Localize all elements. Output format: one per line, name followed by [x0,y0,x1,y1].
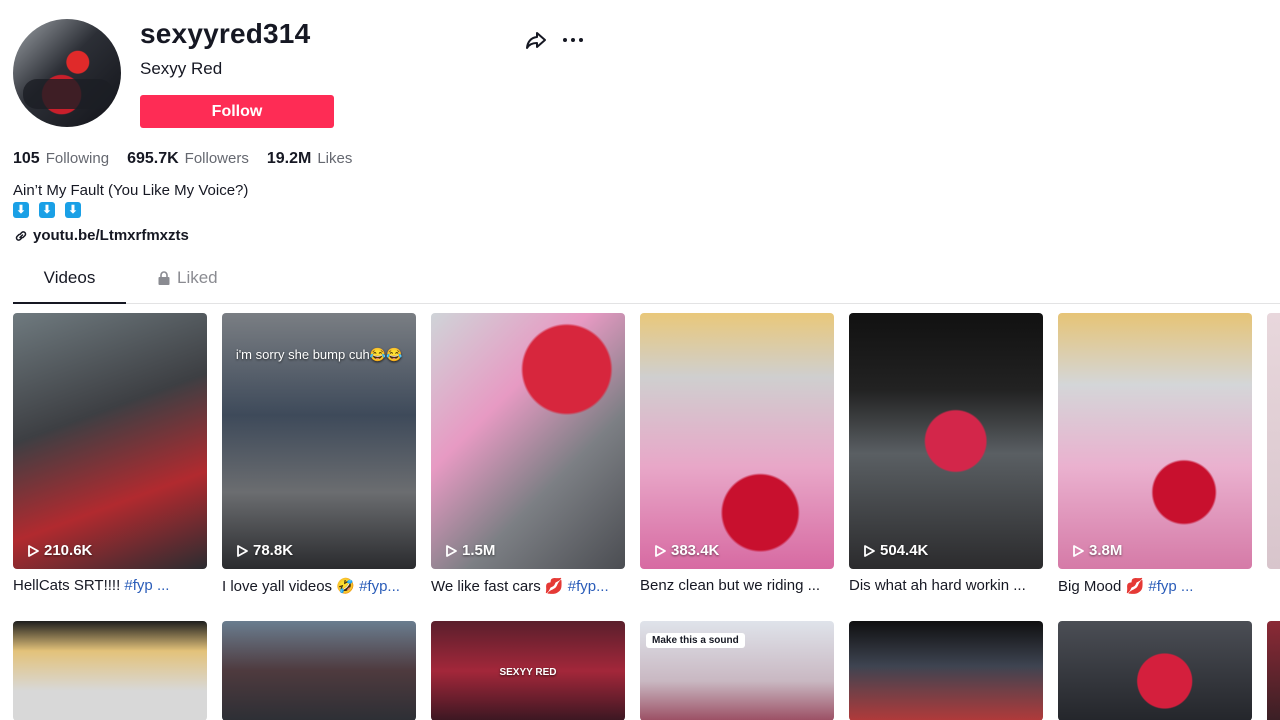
profile-stats: 105 Following 695.7K Followers 19.2M Lik… [13,150,352,168]
video-card[interactable] [849,621,1043,720]
caption-text: We like fast cars 💋 [431,578,568,595]
play-icon [864,544,875,557]
view-count: 1.5M [445,542,495,559]
avatar-photo-detail [23,79,113,109]
play-icon [237,544,248,557]
caption-text: Benz clean but we riding ... [640,577,821,594]
view-count-text: 504.4K [880,542,929,559]
video-card[interactable] [222,621,416,720]
profile-bio: Ain’t My Fault (You Like My Voice?) [13,182,249,199]
stat-likes: 19.2M Likes [267,150,353,168]
view-count-text: 78.8K [253,542,294,559]
video-caption[interactable]: HellCats SRT!!!! #fyp ... [13,577,207,594]
profile-link[interactable]: youtu.be/Ltmxrfmxzts [13,227,189,244]
video-caption[interactable]: Big Mood 💋 #fyp ... [1058,577,1252,595]
video-caption[interactable]: Benz clean but we riding ... [640,577,834,594]
bio-emoji-row: ⬇ ⬇ ⬇ [13,202,81,218]
video-card[interactable]: 504.4K Dis what ah hard workin ... [849,313,1043,594]
likes-label: Likes [317,150,353,167]
hashtag[interactable]: #fyp... [359,578,400,595]
video-card[interactable]: 210.6K HellCats SRT!!!! #fyp ... [13,313,207,594]
caption-text: Dis what ah hard workin ... [849,577,1026,594]
video-card[interactable]: i'm sorry she bump cuh😂😂 78.8K I love ya… [222,313,416,595]
following-label: Following [45,150,110,167]
video-card[interactable]: Make this a sound [640,621,834,720]
play-icon [446,544,457,557]
video-thumbnail[interactable]: i'm sorry she bump cuh😂😂 78.8K [222,313,416,569]
view-count-text: 1.5M [462,542,496,559]
down-arrow-icon: ⬇ [13,202,29,218]
followers-count: 695.7K [127,150,179,167]
video-overlay-text: SEXYY RED [499,667,557,678]
video-card[interactable]: 1.5M We like fast cars 💋 #fyp... [431,313,625,595]
profile-tabs: Videos Liked [13,268,1280,304]
video-card[interactable]: 383.4K Benz clean but we riding ... [640,313,834,594]
down-arrow-icon: ⬇ [65,202,81,218]
video-card[interactable]: SEXYY RED [431,621,625,720]
more-options-icon[interactable] [561,30,585,50]
share-icon[interactable] [524,28,548,52]
play-icon [28,544,39,557]
tab-liked[interactable]: Liked [157,268,218,304]
video-thumbnail[interactable]: 210.6K [13,313,207,569]
following-count: 105 [13,150,40,167]
profile-link-text: youtu.be/Ltmxrfmxzts [33,227,189,244]
hashtag[interactable]: #fyp... [568,578,609,595]
video-card-peek[interactable] [1267,621,1280,720]
follow-button[interactable]: Follow [140,95,334,128]
video-thumbnail[interactable] [222,621,416,720]
video-card-peek[interactable] [1267,313,1280,569]
tab-videos[interactable]: Videos [13,268,126,304]
view-count-text: 383.4K [671,542,720,559]
play-icon [1073,544,1084,557]
play-icon [655,544,666,557]
video-overlay-text: Make this a sound [646,633,745,648]
profile-avatar[interactable] [13,19,121,127]
view-count: 504.4K [863,542,928,559]
video-thumbnail[interactable] [1058,621,1252,720]
caption-text: I love yall videos 🤣 [222,578,360,595]
view-count-text: 3.8M [1089,542,1123,559]
tab-liked-label: Liked [177,268,218,287]
video-thumbnail[interactable]: SEXYY RED [431,621,625,720]
video-thumbnail[interactable]: 383.4K [640,313,834,569]
video-card[interactable] [1058,621,1252,720]
view-count: 3.8M [1072,542,1122,559]
video-thumbnail[interactable]: 504.4K [849,313,1043,569]
video-caption[interactable]: We like fast cars 💋 #fyp... [431,577,625,595]
view-count: 210.6K [27,542,92,559]
video-thumbnail[interactable]: 1.5M [431,313,625,569]
profile-nickname: Sexyy Red [140,59,223,78]
video-card[interactable]: 3.8M Big Mood 💋 #fyp ... [1058,313,1252,595]
caption-text: HellCats SRT!!!! [13,577,125,594]
hashtag[interactable]: #fyp ... [124,577,169,594]
video-thumbnail[interactable]: 3.8M [1058,313,1252,569]
link-icon [15,230,27,241]
lock-icon [158,271,170,285]
video-caption[interactable]: Dis what ah hard workin ... [849,577,1043,594]
view-count: 78.8K [236,542,293,559]
view-count-text: 210.6K [44,542,93,559]
followers-label: Followers [184,150,249,167]
profile-username: sexyyred314 [140,18,311,49]
stat-following[interactable]: 105 Following [13,150,109,168]
caption-text: Big Mood 💋 [1058,578,1149,595]
video-thumbnail[interactable] [849,621,1043,720]
hashtag[interactable]: #fyp ... [1148,578,1193,595]
video-thumbnail[interactable]: Make this a sound [640,621,834,720]
likes-count: 19.2M [266,150,312,167]
video-caption[interactable]: I love yall videos 🤣 #fyp... [222,577,416,595]
video-card[interactable] [13,621,207,720]
stat-followers[interactable]: 695.7K Followers [127,150,249,168]
view-count: 383.4K [654,542,719,559]
down-arrow-icon: ⬇ [39,202,55,218]
video-overlay-text: i'm sorry she bump cuh😂😂 [235,347,403,362]
video-thumbnail[interactable] [13,621,207,720]
